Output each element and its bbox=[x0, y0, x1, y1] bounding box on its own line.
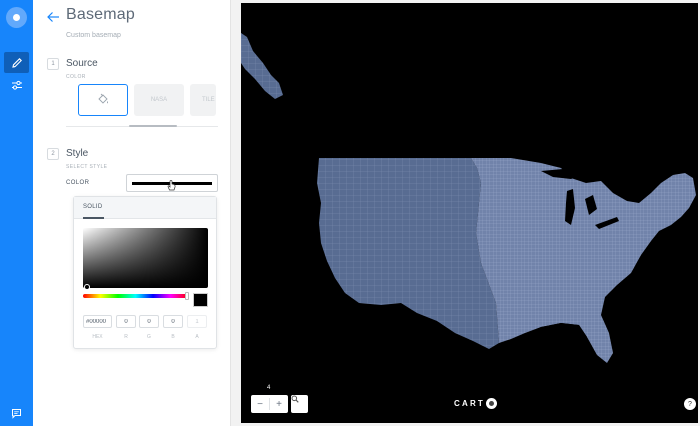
hex-input[interactable] bbox=[83, 315, 112, 328]
settings-button[interactable] bbox=[4, 74, 29, 95]
page-subtitle: Custom basemap bbox=[66, 32, 121, 39]
blue-input[interactable] bbox=[163, 315, 183, 328]
zoom-level-label: 4 bbox=[267, 385, 271, 391]
page-title: Basemap bbox=[66, 6, 135, 23]
tab-solid[interactable]: SOLID bbox=[83, 204, 103, 210]
green-label: G bbox=[147, 334, 151, 340]
sliders-icon bbox=[11, 80, 22, 90]
red-label: R bbox=[124, 334, 128, 340]
red-input[interactable] bbox=[116, 315, 136, 328]
saturation-handle[interactable] bbox=[84, 284, 90, 290]
zoom-in-button[interactable]: + bbox=[270, 395, 288, 413]
carto-dot-icon bbox=[486, 398, 498, 409]
carto-logo-icon[interactable] bbox=[6, 7, 27, 28]
search-icon bbox=[291, 395, 299, 403]
us-counties-map bbox=[241, 33, 696, 363]
edit-layer-button[interactable] bbox=[4, 52, 29, 73]
picker-header: SOLID bbox=[74, 197, 216, 219]
hex-label: HEX bbox=[92, 334, 103, 340]
map-search-button[interactable] bbox=[291, 395, 308, 413]
hue-slider-handle[interactable] bbox=[185, 292, 189, 300]
blue-label: B bbox=[171, 334, 175, 340]
feedback-button[interactable] bbox=[4, 403, 29, 424]
source-option-nasa[interactable]: NASA bbox=[134, 84, 184, 116]
color-preview-swatch bbox=[193, 293, 208, 307]
saturation-area[interactable] bbox=[83, 228, 208, 288]
paint-bucket-icon bbox=[98, 93, 108, 104]
color-picker-popup: SOLID HEX R G B A bbox=[73, 196, 217, 349]
step-hint-style: SELECT STYLE bbox=[66, 164, 108, 170]
map-region-northwest bbox=[241, 33, 283, 99]
app-window: Basemap Custom basemap 1 Source COLOR NA… bbox=[0, 0, 700, 426]
step-hint-source: COLOR bbox=[66, 74, 86, 80]
hand-cursor-icon bbox=[167, 180, 176, 191]
green-input[interactable] bbox=[139, 315, 159, 328]
map-region-west bbox=[317, 158, 499, 349]
step-title-style: Style bbox=[66, 148, 89, 159]
help-button[interactable]: ? bbox=[684, 398, 696, 410]
nav-rail bbox=[0, 0, 33, 426]
step-title-source: Source bbox=[66, 58, 98, 69]
source-scrollbar[interactable] bbox=[129, 125, 177, 127]
alpha-label: A bbox=[195, 334, 199, 340]
source-option-color[interactable] bbox=[78, 84, 128, 116]
step-number: 2 bbox=[47, 148, 59, 160]
chat-icon bbox=[12, 409, 21, 419]
source-option-tile[interactable]: TILE bbox=[190, 84, 216, 116]
pencil-icon bbox=[11, 57, 22, 68]
alpha-input[interactable] bbox=[187, 315, 207, 328]
zoom-out-button[interactable]: − bbox=[251, 395, 269, 413]
map-canvas[interactable]: 4 − + CART ? bbox=[241, 3, 698, 423]
carto-wordmark: CART bbox=[454, 399, 486, 408]
carto-attribution-logo: CART bbox=[454, 398, 498, 409]
color-label: COLOR bbox=[66, 180, 90, 186]
tab-active-indicator bbox=[83, 217, 104, 219]
zoom-control: − + bbox=[251, 395, 288, 413]
back-arrow-icon[interactable] bbox=[46, 10, 60, 24]
step-number: 1 bbox=[47, 58, 59, 70]
hue-slider[interactable] bbox=[83, 294, 188, 298]
